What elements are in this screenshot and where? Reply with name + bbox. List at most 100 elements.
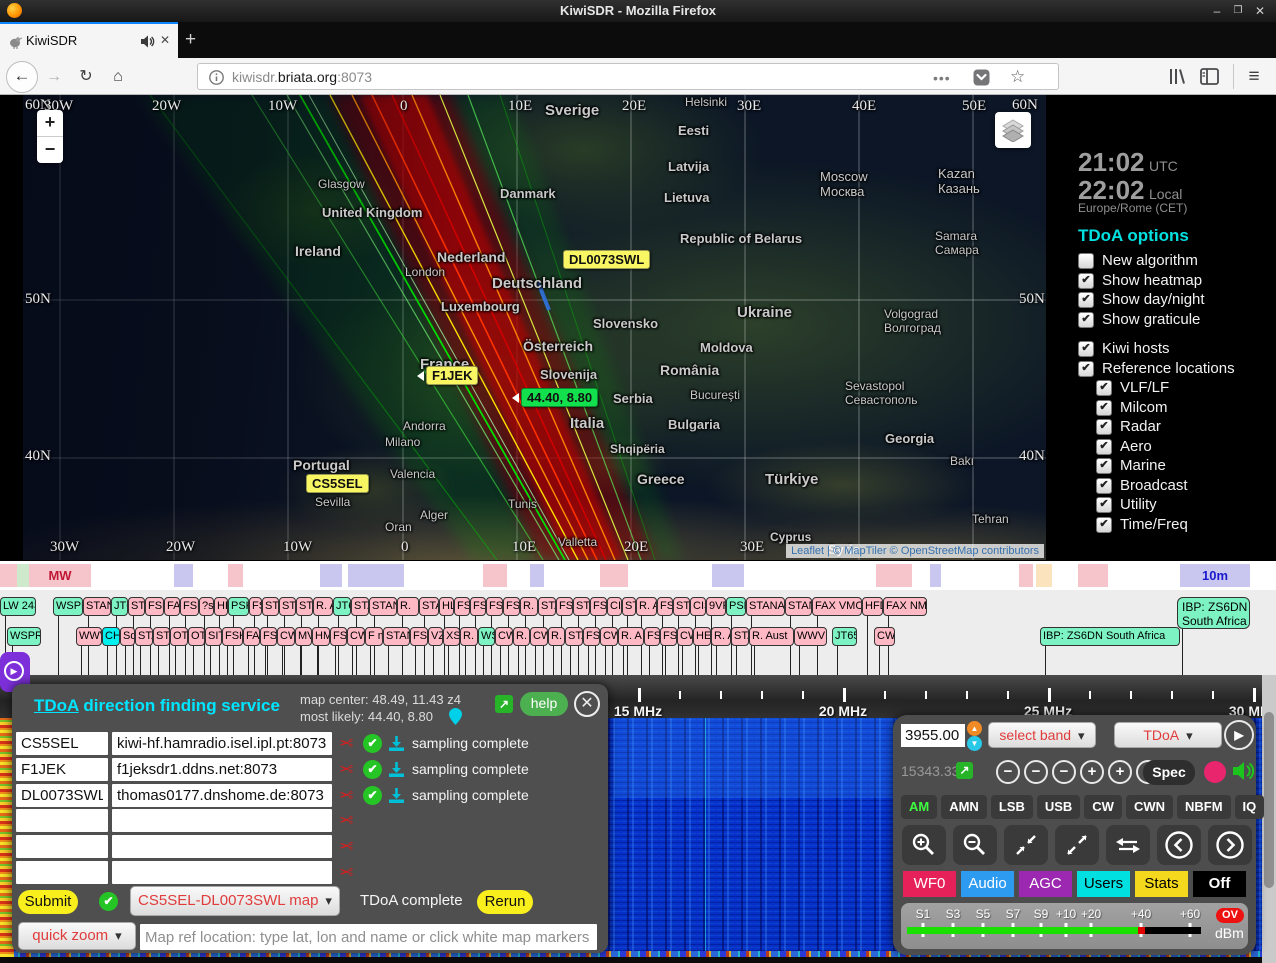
station-label[interactable]: STA: [128, 597, 145, 616]
station-label[interactable]: FSK: [590, 597, 607, 616]
station-label[interactable]: FSK: [260, 627, 277, 646]
station-label[interactable]: R.: [397, 597, 419, 616]
station-name-input[interactable]: [16, 758, 108, 781]
station-label[interactable]: R. A: [711, 627, 731, 646]
band-select[interactable]: select band▾: [988, 722, 1096, 748]
passband-widen-button[interactable]: +: [1080, 760, 1104, 784]
station-label[interactable]: STA: [153, 627, 170, 646]
new-tab-button[interactable]: +: [185, 29, 196, 51]
checkbox[interactable]: ✔: [1096, 497, 1112, 513]
station-label[interactable]: FSK: [145, 597, 164, 616]
map-marker[interactable]: CS5SEL: [306, 474, 369, 493]
zoom-in-button[interactable]: [902, 825, 946, 865]
band-segment[interactable]: [174, 564, 193, 587]
station-name-input[interactable]: [16, 861, 108, 884]
station-label[interactable]: IBP: ZS6DN South Africa: [1040, 627, 1180, 646]
url-bar[interactable]: kiwisdr.briata.org:8073 ••• ☆: [197, 63, 1059, 90]
tab-users[interactable]: Users: [1077, 871, 1130, 897]
station-label[interactable]: HL: [439, 597, 454, 616]
station-label[interactable]: HFD: [862, 597, 883, 616]
speaker-icon[interactable]: [1231, 759, 1255, 783]
mode-button-lsb[interactable]: LSB: [991, 795, 1033, 819]
home-button[interactable]: ⌂: [106, 65, 130, 89]
station-label[interactable]: JT6: [333, 597, 351, 616]
frequency-up-button[interactable]: ▲: [967, 721, 982, 736]
bookmark-star-icon[interactable]: ☆: [1010, 67, 1025, 87]
checkbox[interactable]: ✔: [1096, 458, 1112, 474]
station-label[interactable]: FA.: [164, 597, 180, 616]
band-segment[interactable]: [348, 564, 404, 587]
mode-button-cwn[interactable]: CWN: [1126, 795, 1173, 819]
station-label[interactable]: STAN.: [369, 597, 397, 616]
station-label[interactable]: FSK: [583, 627, 600, 646]
submit-button[interactable]: Submit: [18, 890, 78, 914]
station-label[interactable]: STA: [622, 597, 636, 616]
quick-zoom-select[interactable]: quick zoom▾: [18, 922, 136, 950]
band-segment[interactable]: [930, 564, 941, 587]
station-label[interactable]: Sq: [120, 627, 135, 646]
station-label[interactable]: STA: [419, 597, 439, 616]
frequency-down-button[interactable]: ▼: [967, 736, 982, 751]
station-label[interactable]: STA: [673, 597, 690, 616]
station-label[interactable]: IBP: ZS6DNSouth Africa: [1177, 597, 1250, 629]
band-segment[interactable]: [0, 564, 17, 587]
scrollbar-thumb[interactable]: [1264, 712, 1274, 888]
station-label[interactable]: FS: [249, 597, 262, 616]
checkbox[interactable]: ✔: [1078, 292, 1094, 308]
station-label[interactable]: FSK: [644, 627, 660, 646]
station-label[interactable]: WS: [478, 627, 495, 646]
station-label[interactable]: STA: [538, 597, 556, 616]
sidebar-toggle-icon[interactable]: [1200, 68, 1219, 85]
page-actions-icon[interactable]: •••: [933, 70, 951, 86]
station-label[interactable]: F m: [365, 627, 383, 646]
station-label[interactable]: WWV: [76, 627, 102, 646]
rerun-button[interactable]: Rerun: [477, 890, 533, 914]
band-segment[interactable]: [1036, 564, 1052, 587]
station-label[interactable]: FAX VMC A: [812, 597, 862, 616]
station-name-input[interactable]: [16, 784, 108, 807]
map-pin-icon[interactable]: [449, 708, 462, 725]
checkbox[interactable]: ✔: [1078, 361, 1094, 377]
checkbox[interactable]: ✔: [1096, 400, 1112, 416]
station-name-input[interactable]: [16, 835, 108, 858]
station-label[interactable]: R.: [548, 627, 565, 646]
station-label[interactable]: WWV: [794, 627, 827, 646]
mode-button-usb[interactable]: USB: [1037, 795, 1080, 819]
forward-button[interactable]: →: [42, 65, 66, 89]
remove-station-icon[interactable]: ✂: [339, 786, 353, 806]
band-next-button[interactable]: [1208, 825, 1252, 865]
checkbox[interactable]: ✔: [1078, 273, 1094, 289]
checkbox[interactable]: ✔: [1096, 419, 1112, 435]
remove-station-icon[interactable]: ✂: [339, 734, 353, 754]
station-label[interactable]: CW: [600, 627, 618, 646]
station-label[interactable]: STA: [135, 627, 153, 646]
band-previous-button[interactable]: [1157, 825, 1201, 865]
spec-button[interactable]: Spec: [1143, 760, 1195, 785]
remove-station-icon[interactable]: ✂: [339, 760, 353, 780]
station-label[interactable]: STANA: [83, 597, 111, 616]
station-label[interactable]: CW: [874, 627, 895, 646]
reload-button[interactable]: ↻: [74, 65, 98, 89]
remove-station-icon[interactable]: ✂: [339, 811, 353, 831]
station-label[interactable]: CIS: [690, 597, 706, 616]
band-segment[interactable]: [1078, 564, 1108, 587]
station-label[interactable]: HM(: [312, 627, 330, 646]
back-button[interactable]: ←: [6, 61, 38, 93]
station-label[interactable]: CW: [677, 627, 693, 646]
band-segment[interactable]: [17, 564, 29, 587]
band-segment[interactable]: [483, 564, 507, 587]
station-label[interactable]: FSK: [486, 597, 503, 616]
station-label[interactable]: FSK: [454, 597, 470, 616]
frequency-input[interactable]: [901, 724, 965, 747]
band-overview-bar[interactable]: MW10m: [0, 561, 1276, 590]
checkbox[interactable]: ✔: [1078, 341, 1094, 357]
passband-widen-button[interactable]: +: [1108, 760, 1132, 784]
station-label[interactable]: STAN: [785, 597, 812, 616]
zoom-full-button[interactable]: [1055, 825, 1099, 865]
passband-narrow-button[interactable]: −: [996, 760, 1020, 784]
station-label[interactable]: JT6: [111, 597, 128, 616]
page-scrollbar[interactable]: [1262, 675, 1276, 963]
window-close-button[interactable]: ✕: [1252, 4, 1268, 18]
station-name-input[interactable]: [16, 732, 108, 755]
mode-button-cw[interactable]: CW: [1084, 795, 1122, 819]
